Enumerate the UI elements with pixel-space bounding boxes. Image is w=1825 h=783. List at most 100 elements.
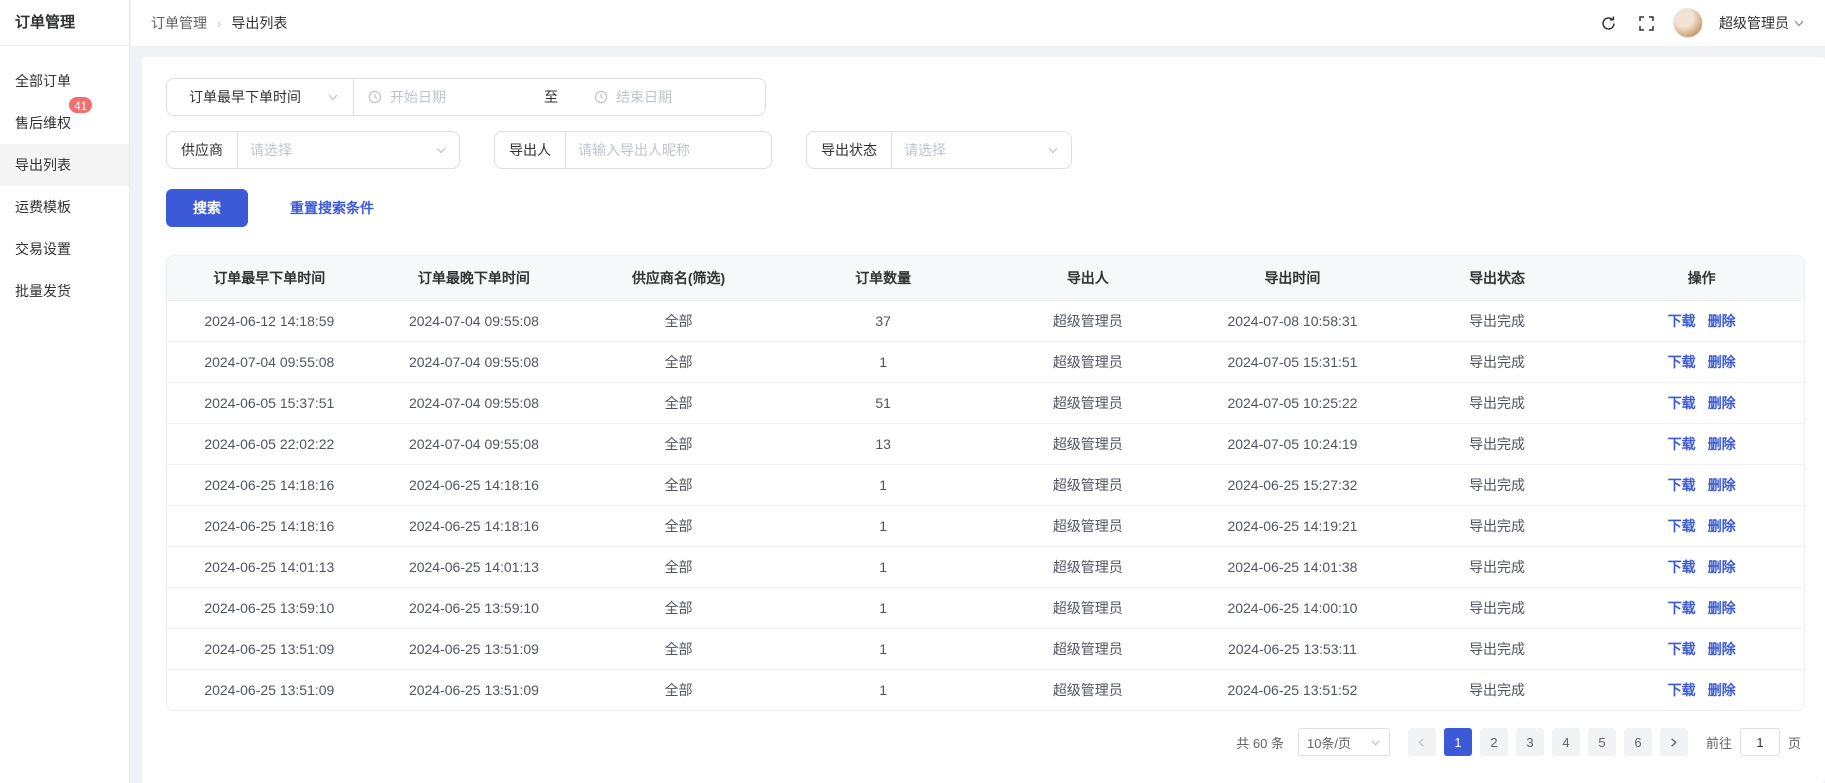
date-range-control: 订单最早下单时间 开始日期 至 <box>166 78 766 116</box>
user-name: 超级管理员 <box>1719 13 1789 33</box>
sidebar-item[interactable]: 批量发货 <box>0 270 129 312</box>
table-cell-actions: 下载删除 <box>1599 628 1804 669</box>
delete-link[interactable]: 删除 <box>1708 313 1736 329</box>
table-row: 2024-06-25 13:51:092024-06-25 13:51:09全部… <box>167 628 1804 669</box>
next-page-button[interactable] <box>1660 728 1688 756</box>
table-cell-actions: 下载删除 <box>1599 464 1804 505</box>
page-button[interactable]: 6 <box>1624 728 1652 756</box>
table-cell: 2024-06-25 14:01:38 <box>1190 546 1395 587</box>
table-column-header: 导出状态 <box>1395 256 1600 300</box>
table-cell-actions: 下载删除 <box>1599 505 1804 546</box>
sidebar-item-label: 售后维权 <box>15 115 71 131</box>
pagination: 共 60 条 10条/页 123456 <box>166 728 1805 756</box>
user-avatar[interactable] <box>1673 8 1703 38</box>
page-size-select[interactable]: 10条/页 <box>1298 728 1390 756</box>
count-badge: 41 <box>68 96 93 114</box>
breadcrumb-separator-icon: › <box>217 16 221 31</box>
download-link[interactable]: 下载 <box>1668 354 1696 370</box>
supplier-select[interactable]: 请选择 <box>238 140 459 160</box>
start-date-input[interactable]: 开始日期 <box>354 87 460 107</box>
delete-link[interactable]: 删除 <box>1708 641 1736 657</box>
export-status-select[interactable]: 请选择 <box>892 140 1071 160</box>
page-number-list: 123456 <box>1444 728 1652 756</box>
export-status-filter: 导出状态 请选择 <box>806 131 1072 169</box>
end-date-input[interactable]: 结束日期 <box>580 87 686 107</box>
delete-link[interactable]: 删除 <box>1708 354 1736 370</box>
user-menu[interactable]: 超级管理员 <box>1719 13 1805 33</box>
page-button[interactable]: 1 <box>1444 728 1472 756</box>
table-cell: 2024-06-25 13:51:09 <box>167 628 372 669</box>
table-column-header: 导出时间 <box>1190 256 1395 300</box>
page-button[interactable]: 5 <box>1588 728 1616 756</box>
delete-link[interactable]: 删除 <box>1708 559 1736 575</box>
table-cell: 2024-06-25 14:01:13 <box>167 546 372 587</box>
table-cell: 37 <box>781 300 986 341</box>
sidebar-item[interactable]: 售后维权41 <box>0 102 129 144</box>
download-link[interactable]: 下载 <box>1668 518 1696 534</box>
table-cell: 全部 <box>576 423 781 464</box>
download-link[interactable]: 下载 <box>1668 641 1696 657</box>
sidebar-item[interactable]: 交易设置 <box>0 228 129 270</box>
page-button[interactable]: 4 <box>1552 728 1580 756</box>
date-type-label: 订单最早下单时间 <box>189 87 301 107</box>
table-row: 2024-07-04 09:55:082024-07-04 09:55:08全部… <box>167 341 1804 382</box>
table-cell-actions: 下载删除 <box>1599 341 1804 382</box>
download-link[interactable]: 下载 <box>1668 559 1696 575</box>
download-link[interactable]: 下载 <box>1668 477 1696 493</box>
table-column-header: 订单最晚下单时间 <box>372 256 577 300</box>
table-cell: 超级管理员 <box>986 546 1191 587</box>
goto-page-input[interactable] <box>1740 728 1780 756</box>
export-status-placeholder: 请选择 <box>904 140 946 160</box>
table-cell-actions: 下载删除 <box>1599 546 1804 587</box>
table-cell: 导出完成 <box>1395 669 1600 710</box>
table-cell: 1 <box>781 546 986 587</box>
refresh-icon[interactable] <box>1597 12 1619 34</box>
download-link[interactable]: 下载 <box>1668 600 1696 616</box>
sidebar-item[interactable]: 导出列表 <box>0 144 129 186</box>
table-row: 2024-06-05 22:02:222024-07-04 09:55:08全部… <box>167 423 1804 464</box>
sidebar-item[interactable]: 运费模板 <box>0 186 129 228</box>
breadcrumb-parent[interactable]: 订单管理 <box>151 13 207 33</box>
search-button[interactable]: 搜索 <box>166 189 248 227</box>
main-area: 订单最早下单时间 开始日期 至 <box>131 46 1825 783</box>
delete-link[interactable]: 删除 <box>1708 518 1736 534</box>
page-button[interactable]: 2 <box>1480 728 1508 756</box>
breadcrumb-current: 导出列表 <box>231 13 287 33</box>
table-column-header: 订单数量 <box>781 256 986 300</box>
table-cell: 导出完成 <box>1395 300 1600 341</box>
delete-link[interactable]: 删除 <box>1708 682 1736 698</box>
delete-link[interactable]: 删除 <box>1708 436 1736 452</box>
table-cell-actions: 下载删除 <box>1599 382 1804 423</box>
goto-label: 前往 <box>1706 733 1732 752</box>
date-type-select[interactable]: 订单最早下单时间 <box>167 79 354 115</box>
reset-search-button[interactable]: 重置搜索条件 <box>290 198 374 218</box>
table-cell: 1 <box>781 587 986 628</box>
delete-link[interactable]: 删除 <box>1708 477 1736 493</box>
table-cell: 超级管理员 <box>986 300 1191 341</box>
table-row: 2024-06-05 15:37:512024-07-04 09:55:08全部… <box>167 382 1804 423</box>
download-link[interactable]: 下载 <box>1668 436 1696 452</box>
table-cell: 全部 <box>576 546 781 587</box>
table-cell: 导出完成 <box>1395 423 1600 464</box>
topbar-actions: 超级管理员 <box>1597 8 1805 38</box>
table-cell: 2024-06-25 13:51:09 <box>167 669 372 710</box>
sidebar-item[interactable]: 全部订单 <box>0 60 129 102</box>
table-cell: 2024-06-25 14:00:10 <box>1190 587 1395 628</box>
download-link[interactable]: 下载 <box>1668 313 1696 329</box>
page-size-value: 10条/页 <box>1307 733 1351 752</box>
delete-link[interactable]: 删除 <box>1708 395 1736 411</box>
sidebar-title: 订单管理 <box>0 0 129 46</box>
table-cell: 2024-06-25 14:18:16 <box>372 464 577 505</box>
fullscreen-icon[interactable] <box>1635 12 1657 34</box>
download-link[interactable]: 下载 <box>1668 682 1696 698</box>
exporter-input[interactable] <box>578 142 763 158</box>
page-button[interactable]: 3 <box>1516 728 1544 756</box>
table-cell: 2024-06-25 13:51:09 <box>372 628 577 669</box>
table-cell: 导出完成 <box>1395 628 1600 669</box>
table-cell: 全部 <box>576 505 781 546</box>
chevron-down-icon <box>1047 144 1059 156</box>
download-link[interactable]: 下载 <box>1668 395 1696 411</box>
prev-page-button[interactable] <box>1408 728 1436 756</box>
delete-link[interactable]: 删除 <box>1708 600 1736 616</box>
total-count: 共 60 条 <box>1236 733 1284 752</box>
